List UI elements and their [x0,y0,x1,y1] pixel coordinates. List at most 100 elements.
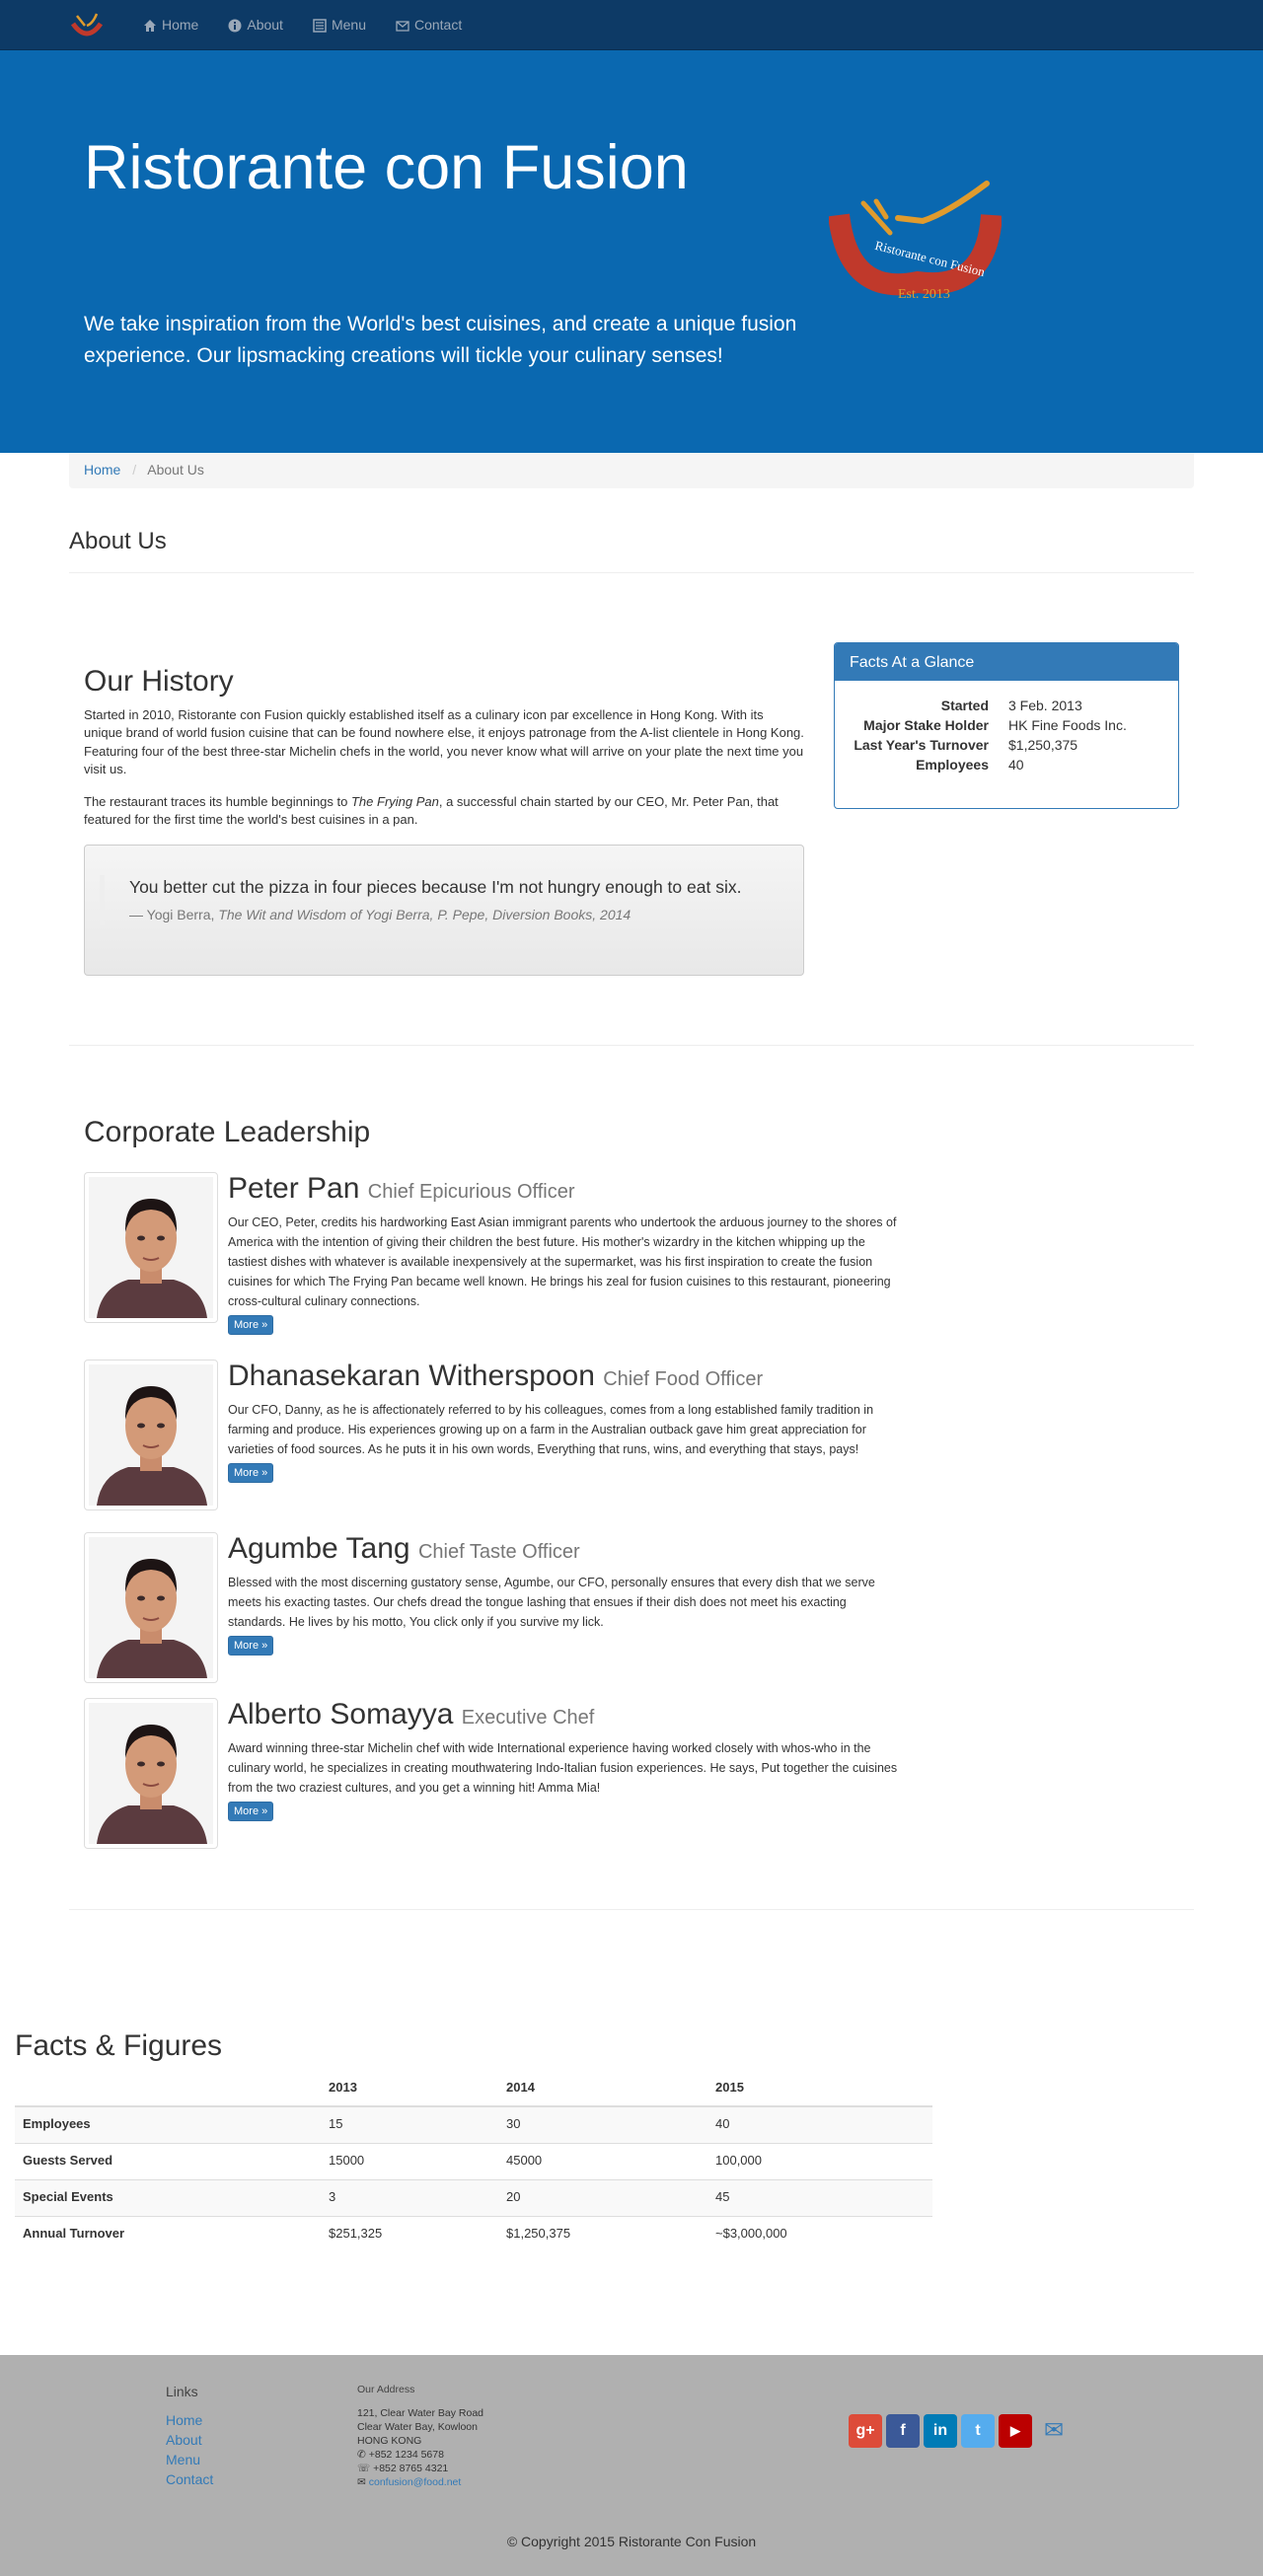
footer-link-about[interactable]: About [166,2430,213,2450]
mail-icon[interactable]: ✉ [1044,2414,1064,2448]
figures-table: 2013 2014 2015 Employees 15 30 40 Guests Se… [15,2070,932,2252]
nav-about[interactable]: About [213,0,298,50]
page-title: About Us [69,528,167,554]
envelope-icon: ✉ [357,2476,366,2488]
table-row: Special Events 3 20 45 [15,2178,932,2216]
logo-icon[interactable] [67,10,107,41]
facts-panel: Facts At a Glance Started 3 Feb. 2013 Maj… [834,642,1179,809]
youtube-icon[interactable]: ▶ [999,2414,1032,2449]
footer-link-menu[interactable]: Menu [166,2450,213,2469]
divider [69,572,1194,573]
address-line: 121, Clear Water Bay Road [357,2407,484,2419]
facts-panel-title: Facts At a Glance [835,643,1178,681]
address-line: HONG KONG [357,2435,422,2447]
copyright: © Copyright 2015 Ristorante Con Fusion [506,2534,757,2549]
avatar [89,1537,213,1678]
quote-footer: — Yogi Berra, The Wit and Wisdom of Yogi… [129,906,632,922]
google-plus-icon[interactable]: g+ [849,2414,882,2449]
facts-row: Started 3 Feb. 2013 [940,698,1082,713]
leader-name: Alberto Somayya [228,1698,454,1730]
linkedin-icon[interactable]: in [924,2414,957,2449]
figures-title: Facts & Figures [15,2029,223,2062]
phone-icon: ✆ [357,2449,366,2461]
leader-heading: Alberto Somayya Executive Chef [228,1698,899,1730]
leader-role: Chief Food Officer [603,1368,764,1390]
facebook-icon[interactable]: f [886,2414,920,2449]
leader-body: Dhanasekaran Witherspoon Chief Food Offi… [228,1360,899,1484]
leader-body: Peter Pan Chief Epicurious Officer Our C… [228,1172,899,1336]
footer-link-contact[interactable]: Contact [166,2469,213,2489]
restaurant-tagline: We take inspiration from the World's bes… [84,313,797,367]
facts-row: Employees 40 [916,757,1024,773]
leader-photo [84,1360,218,1510]
restaurant-title: Ristorante con Fusion [84,133,689,202]
more-button[interactable]: More » [228,1802,274,1822]
footer-address: Our Address 121, Clear Water Bay Road Cl… [357,2383,483,2489]
leader-bio: Our CFO, Danny, as he is affectionately … [228,1403,874,1456]
twitter-icon[interactable]: t [961,2414,995,2449]
avatar [89,1364,213,1506]
facts-list: Started 3 Feb. 2013 Major Stake Holder HK … [835,697,1178,775]
leader-bio: Award winning three-star Michelin chef w… [228,1741,898,1795]
nav-home-label: Home [162,16,199,33]
jumbotron: Ristorante con Fusion We take inspiratio… [0,50,1263,453]
history-title: Our History [84,665,234,698]
leader-role: Chief Epicurious Officer [367,1181,575,1203]
phone-line: ✆ +852 1234 5678 [357,2449,444,2461]
navbar: Home About Menu Contact [0,0,1263,50]
restaurant-logo: Ristorante con Fusion Est. 2013 [829,181,1002,302]
footer-address-title: Our Address [357,2384,415,2395]
home-icon [144,19,156,32]
list-icon [313,18,327,33]
quote-text: You better cut the pizza in four pieces … [129,877,742,897]
envelope-icon [396,20,409,32]
facts-row: Last Year's Turnover $1,250,375 [854,737,1078,753]
leader-name: Agumbe Tang [228,1532,410,1565]
footer: Links Home About Menu Contact Our Addres… [0,2355,1263,2576]
history-paragraph-1: Started in 2010, Ristorante con Fusion q… [84,707,804,777]
avatar [89,1703,213,1844]
footer-links: Links Home About Menu Contact [166,2383,213,2489]
footer-links-title: Links [166,2384,198,2399]
logo-est: Est. 2013 [898,287,950,302]
more-button[interactable]: More » [228,1636,274,1656]
nav-about-label: About [247,16,283,33]
leader-bio: Our CEO, Peter, credits his hardworking … [228,1215,897,1308]
nav-menu[interactable]: Menu [298,0,381,50]
avatar [89,1177,213,1318]
address-line: Clear Water Bay, Kowloon [357,2421,478,2433]
table-row: Guests Served 15000 45000 100,000 [15,2142,932,2179]
fax-icon: ☏ [357,2463,371,2474]
nav-home[interactable]: Home [128,0,213,50]
more-button[interactable]: More » [228,1463,274,1484]
leader-role: Executive Chef [461,1707,595,1729]
divider [69,1045,1194,1046]
nav-contact[interactable]: Contact [381,0,477,50]
nav-links: Home About Menu Contact [128,0,477,50]
history-paragraph-2: The restaurant traces its humble beginni… [84,794,779,828]
info-icon [228,19,242,32]
nav-contact-label: Contact [413,16,463,33]
table-header-row: 2013 2014 2015 [15,2070,932,2107]
leader-photo [84,1698,218,1849]
leader-bio: Blessed with the most discerning gustato… [228,1576,875,1629]
fax-line: ☏ +852 8765 4321 [357,2463,449,2474]
breadcrumb-current: About Us [147,462,204,478]
footer-link-home[interactable]: Home [166,2410,213,2430]
email-link[interactable]: confusion@food.net [369,2476,462,2488]
leader-role: Chief Taste Officer [417,1541,580,1563]
more-button[interactable]: More » [228,1315,274,1336]
leader-name: Dhanasekaran Witherspoon [228,1360,595,1392]
divider [69,1909,1194,1910]
table-row: Employees 15 30 40 [15,2105,932,2143]
email-line: ✉ confusion@food.net [357,2475,483,2489]
table-row: Annual Turnover $251,325 $1,250,375 ~$3,000… [15,2215,932,2252]
leader-heading: Agumbe Tang Chief Taste Officer [228,1532,899,1565]
breadcrumb-home[interactable]: Home [84,462,120,478]
leader-photo [84,1532,218,1683]
quote-well: You better cut the pizza in four pieces … [84,845,804,976]
blockquote: You better cut the pizza in four pieces … [100,875,803,925]
leader-body: Alberto Somayya Executive Chef Award win… [228,1698,899,1822]
leader-name: Peter Pan [228,1172,360,1205]
leader-heading: Peter Pan Chief Epicurious Officer [228,1172,899,1205]
